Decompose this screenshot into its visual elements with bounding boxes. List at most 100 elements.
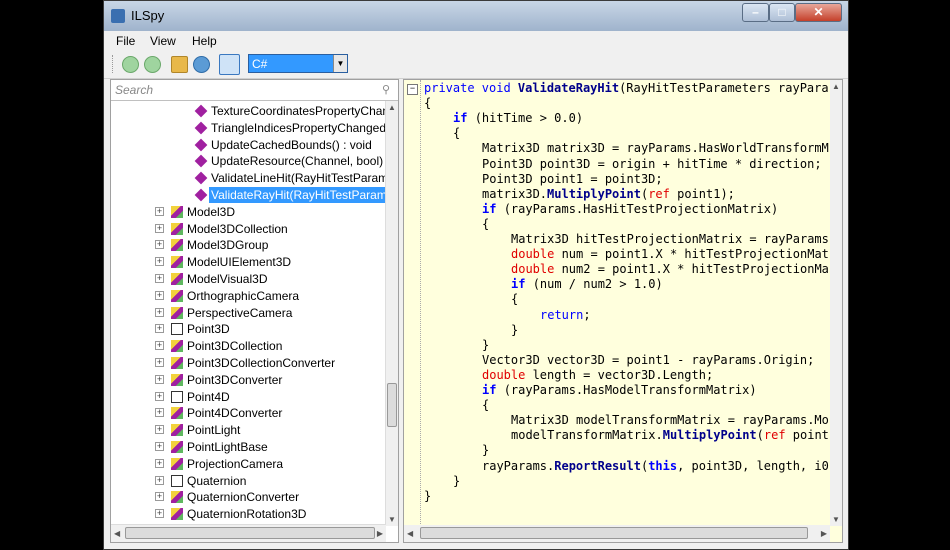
code-scroll-left-icon[interactable]: ◀ bbox=[407, 529, 413, 538]
expand-toggle-icon[interactable]: + bbox=[155, 324, 164, 334]
expand-toggle-icon[interactable]: + bbox=[155, 206, 164, 216]
tree-node[interactable]: + PointLightBase bbox=[111, 439, 386, 455]
tree-node[interactable]: + Point4D bbox=[111, 389, 386, 405]
tree-node[interactable]: + QuaternionConverter bbox=[111, 489, 386, 505]
expand-toggle-icon[interactable]: + bbox=[155, 290, 164, 300]
tree-node[interactable]: + PerspectiveCamera bbox=[111, 305, 386, 321]
tree-node[interactable]: + Quaternion bbox=[111, 473, 386, 489]
expand-toggle-icon[interactable]: + bbox=[155, 374, 164, 384]
search-box[interactable]: Search ⚲ bbox=[111, 80, 398, 101]
class-icon bbox=[171, 222, 183, 235]
tree-node-label: QuaternionConverter bbox=[187, 490, 300, 505]
tree-node-label: Model3D bbox=[187, 204, 236, 219]
code-line: Point3D point1 = point3D; bbox=[482, 171, 663, 186]
menu-view[interactable]: View bbox=[150, 34, 176, 48]
expand-toggle-icon[interactable]: + bbox=[155, 475, 164, 485]
tree-node-label: PointLight bbox=[187, 423, 241, 438]
tree-node[interactable]: + PointLight bbox=[111, 422, 386, 438]
code-line: if (num / num2 > 1.0) bbox=[511, 277, 663, 292]
method-icon bbox=[194, 138, 208, 151]
expand-toggle-icon[interactable]: + bbox=[155, 442, 164, 451]
tree-horizontal-scrollbar[interactable]: ◀ ▶ bbox=[111, 524, 386, 542]
refresh-icon[interactable] bbox=[193, 56, 210, 73]
tree-node[interactable]: ValidateRayHit(RayHitTestParam bbox=[111, 187, 386, 203]
code-hscroll-thumb[interactable] bbox=[420, 527, 808, 539]
scroll-up-icon[interactable]: ▲ bbox=[388, 103, 396, 112]
tree-node[interactable]: + Model3D bbox=[111, 204, 386, 220]
assembly-tree-pane: Search ⚲ TextureCoordinatesPropertyChan T… bbox=[110, 79, 399, 543]
toolbar: C# ▼ bbox=[104, 51, 848, 79]
search-icon: ⚲ bbox=[381, 84, 390, 96]
method-icon bbox=[194, 171, 208, 185]
expand-toggle-icon[interactable]: + bbox=[155, 408, 164, 418]
tree-node[interactable]: + ProjectionCamera bbox=[111, 456, 386, 472]
search-input[interactable]: Search bbox=[115, 83, 153, 97]
tree-node[interactable]: TriangleIndicesPropertyChanged( bbox=[111, 120, 386, 136]
code-scroll-up-icon[interactable]: ▲ bbox=[832, 82, 840, 91]
code-horizontal-scrollbar[interactable]: ◀ ▶ bbox=[404, 525, 830, 542]
language-value: C# bbox=[252, 57, 268, 71]
tree-node[interactable]: + Point3DCollection bbox=[111, 338, 386, 354]
open-folder-icon[interactable] bbox=[171, 56, 188, 73]
tree-node[interactable]: ValidateLineHit(RayHitTestParam bbox=[111, 170, 386, 186]
expand-toggle-icon[interactable]: + bbox=[155, 492, 164, 502]
back-arrow-icon[interactable] bbox=[122, 56, 139, 73]
forward-arrow-icon[interactable] bbox=[144, 56, 161, 73]
scroll-down-icon[interactable]: ▼ bbox=[388, 515, 396, 524]
code-scroll-right-icon[interactable]: ▶ bbox=[821, 529, 827, 538]
struct-icon bbox=[171, 390, 183, 403]
fold-toggle-icon[interactable]: − bbox=[407, 84, 418, 95]
code-scroll-down-icon[interactable]: ▼ bbox=[832, 515, 840, 524]
menu-help[interactable]: Help bbox=[192, 34, 217, 48]
tree-node[interactable]: + Point3DCollectionConverter bbox=[111, 355, 386, 371]
menu-file[interactable]: File bbox=[116, 34, 135, 48]
code-line: if (rayParams.HasHitTestProjectionMatrix… bbox=[482, 201, 779, 216]
title-bar[interactable]: ILSpy – □ ✕ bbox=[104, 1, 848, 32]
expand-toggle-icon[interactable]: + bbox=[155, 391, 164, 401]
maximize-button[interactable]: □ bbox=[769, 3, 795, 22]
tree-node[interactable]: + OrthographicCamera bbox=[111, 288, 386, 304]
expand-toggle-icon[interactable]: + bbox=[155, 358, 164, 367]
expand-toggle-icon[interactable]: + bbox=[155, 458, 164, 468]
close-button[interactable]: ✕ bbox=[795, 3, 842, 22]
class-icon bbox=[171, 491, 183, 504]
code-vertical-scrollbar[interactable]: ▲ ▼ bbox=[830, 80, 842, 526]
tree-node[interactable]: + ModelVisual3D bbox=[111, 271, 386, 287]
tree-node[interactable]: UpdateResource(Channel, bool) : bbox=[111, 153, 386, 169]
scroll-left-icon[interactable]: ◀ bbox=[114, 529, 120, 538]
tree-node[interactable]: + Model3DCollection bbox=[111, 221, 386, 237]
minimize-button[interactable]: – bbox=[742, 3, 769, 22]
method-icon bbox=[194, 104, 208, 118]
expand-toggle-icon[interactable]: + bbox=[155, 257, 164, 267]
tree-node[interactable]: + Point3D bbox=[111, 321, 386, 337]
tree-node[interactable]: + QuaternionRotation3D bbox=[111, 506, 386, 522]
tree-node-label: PointLightBase bbox=[187, 440, 268, 454]
expand-toggle-icon[interactable]: + bbox=[155, 425, 164, 435]
tree-node[interactable]: + Model3DGroup bbox=[111, 237, 386, 253]
tree-node[interactable]: + ModelUIElement3D bbox=[111, 254, 386, 270]
expand-toggle-icon[interactable]: + bbox=[155, 509, 164, 519]
language-select[interactable]: C# ▼ bbox=[248, 54, 348, 73]
tree-node-label: TriangleIndicesPropertyChanged( bbox=[211, 120, 386, 135]
expand-toggle-icon[interactable]: + bbox=[155, 274, 164, 283]
expand-toggle-icon[interactable]: + bbox=[155, 240, 164, 250]
tree-node-label: UpdateCachedBounds() : void bbox=[211, 137, 372, 152]
tree-node[interactable]: UpdateCachedBounds() : void bbox=[111, 137, 386, 153]
code-line: if (rayParams.HasModelTransformMatrix) bbox=[482, 383, 757, 397]
expand-toggle-icon[interactable]: + bbox=[155, 307, 164, 317]
chevron-down-icon[interactable]: ▼ bbox=[333, 55, 347, 72]
code-editor[interactable]: private void ValidateRayHit(RayHitTestPa… bbox=[424, 80, 829, 526]
tree-hscroll-thumb[interactable] bbox=[125, 527, 375, 539]
expand-toggle-icon[interactable]: + bbox=[155, 341, 164, 351]
tree-vertical-scrollbar[interactable]: ▲ ▼ bbox=[385, 101, 398, 526]
tree-node[interactable]: + Point3DConverter bbox=[111, 372, 386, 388]
show-internal-icon[interactable] bbox=[219, 54, 240, 75]
expand-toggle-icon[interactable]: + bbox=[155, 223, 164, 233]
tree-scroll-thumb[interactable] bbox=[387, 383, 397, 427]
code-line: double num = point1.X * hitTestProjectio… bbox=[511, 247, 829, 262]
tree-node-label: ValidateRayHit(RayHitTestParam bbox=[209, 187, 386, 203]
class-icon bbox=[171, 373, 183, 386]
scroll-right-icon[interactable]: ▶ bbox=[377, 529, 383, 538]
tree-node[interactable]: TextureCoordinatesPropertyChan bbox=[111, 103, 386, 119]
tree-node[interactable]: + Point4DConverter bbox=[111, 405, 386, 421]
